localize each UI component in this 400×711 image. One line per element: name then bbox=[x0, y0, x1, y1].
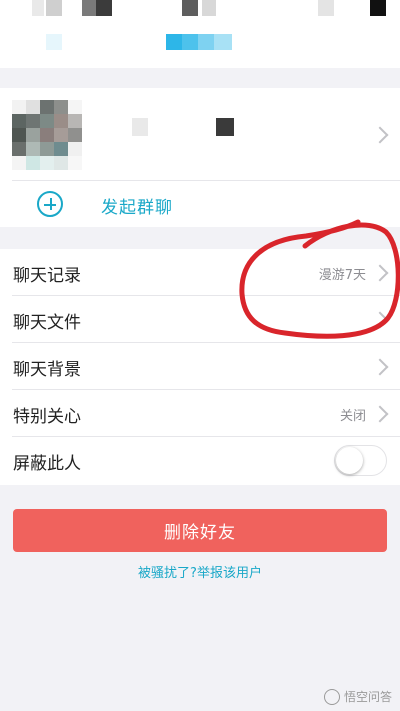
chat-history-row[interactable]: 聊天记录 漫游7天 bbox=[0, 249, 400, 296]
plus-circle-icon bbox=[37, 191, 63, 217]
blur-block bbox=[214, 34, 232, 50]
blur-block bbox=[32, 0, 44, 16]
delete-friend-button[interactable]: 删除好友 bbox=[13, 509, 387, 552]
chevron-right-icon bbox=[371, 311, 389, 329]
chat-background-row[interactable]: 聊天背景 bbox=[0, 343, 400, 390]
row-label: 特别关心 bbox=[13, 407, 81, 427]
row-label: 聊天文件 bbox=[13, 313, 81, 333]
toggle-knob bbox=[336, 447, 363, 474]
chat-files-row[interactable]: 聊天文件 bbox=[0, 296, 400, 343]
blur-block bbox=[132, 118, 148, 136]
start-group-chat-row[interactable]: 发起群聊 bbox=[0, 181, 400, 227]
blur-block bbox=[202, 0, 216, 16]
blur-block bbox=[216, 118, 234, 136]
blur-block bbox=[166, 34, 182, 50]
row-value: 漫游7天 bbox=[318, 268, 366, 283]
chevron-right-icon bbox=[371, 405, 389, 423]
watermark: 悟空问答 bbox=[323, 688, 392, 705]
report-user-link[interactable]: 被骚扰了?举报该用户 bbox=[0, 562, 400, 581]
header bbox=[0, 0, 400, 68]
watermark-logo-icon bbox=[323, 688, 340, 705]
blur-block bbox=[198, 34, 214, 50]
chevron-right-icon bbox=[371, 358, 389, 376]
row-value: 关闭 bbox=[339, 409, 366, 424]
row-label: 聊天背景 bbox=[13, 360, 81, 380]
row-label: 屏蔽此人 bbox=[13, 454, 81, 474]
settings-list: 聊天记录 漫游7天 聊天文件 聊天背景 特别关心 关闭 屏蔽此人 bbox=[0, 249, 400, 485]
chevron-right-icon bbox=[371, 264, 389, 282]
blur-block bbox=[82, 0, 96, 16]
blur-block bbox=[182, 34, 198, 50]
start-group-chat-label: 发起群聊 bbox=[101, 198, 173, 218]
block-user-toggle[interactable] bbox=[334, 445, 387, 476]
blur-block bbox=[46, 0, 62, 16]
blur-block bbox=[318, 0, 334, 16]
special-care-row[interactable]: 特别关心 关闭 bbox=[0, 390, 400, 437]
blur-block bbox=[182, 0, 198, 16]
profile-row[interactable] bbox=[0, 88, 400, 181]
blur-block bbox=[370, 0, 386, 16]
blur-block bbox=[46, 34, 62, 50]
avatar bbox=[12, 100, 82, 170]
chevron-right-icon bbox=[371, 126, 389, 144]
watermark-text: 悟空问答 bbox=[343, 690, 392, 704]
blur-block bbox=[96, 0, 112, 16]
row-label: 聊天记录 bbox=[13, 266, 81, 286]
block-user-row: 屏蔽此人 bbox=[0, 437, 400, 484]
